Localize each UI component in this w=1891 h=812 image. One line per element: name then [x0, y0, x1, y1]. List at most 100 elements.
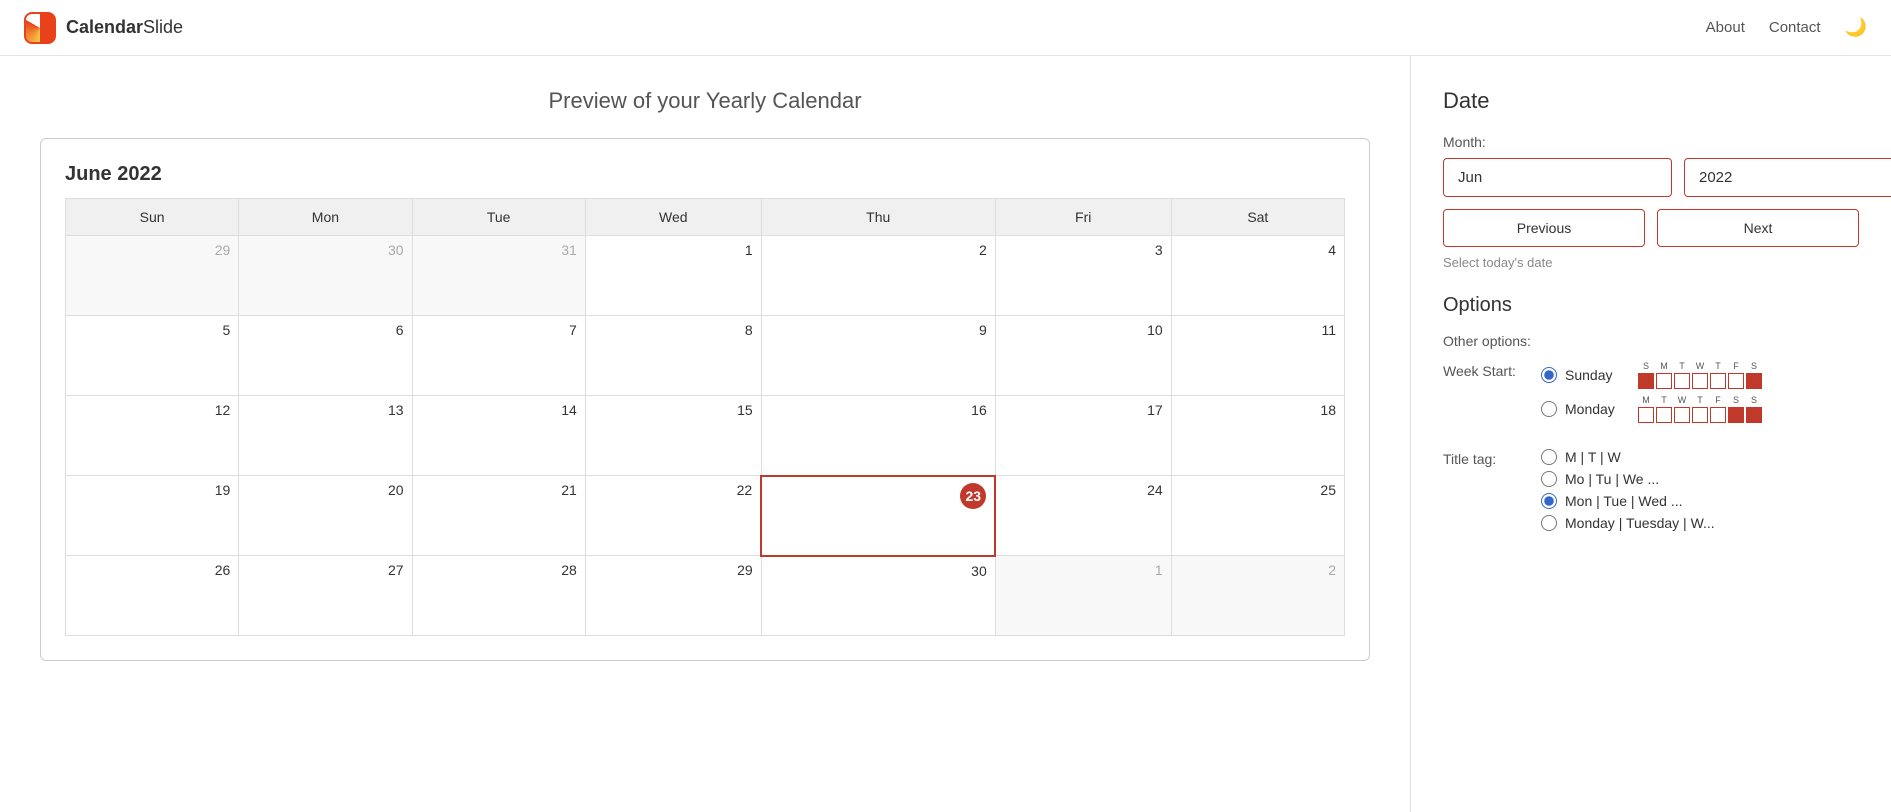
day-header-sun: Sun [66, 199, 239, 236]
navbar-links: About Contact 🌙 [1706, 17, 1867, 38]
title-tag-option-label-3: Monday | Tuesday | W... [1565, 515, 1715, 531]
title-tag-option-label-2: Mon | Tue | Wed ... [1565, 493, 1683, 509]
calendar-cell-3-0[interactable]: 19 [66, 476, 239, 556]
title-tag-radio-3[interactable] [1541, 515, 1557, 531]
calendar-cell-2-6[interactable]: 18 [1171, 396, 1344, 476]
calendar-cell-4-2[interactable]: 28 [412, 556, 585, 636]
title-tag-row-3: Monday | Tuesday | W... [1541, 515, 1715, 531]
day-header-sat: Sat [1171, 199, 1344, 236]
day-header-mon: Mon [239, 199, 412, 236]
calendar-cell-1-0[interactable]: 5 [66, 316, 239, 396]
sunday-radio[interactable] [1541, 367, 1557, 383]
brand-text: CalendarSlide [66, 17, 183, 38]
calendar-cell-4-3[interactable]: 29 [585, 556, 761, 636]
date-section-title: Date [1443, 88, 1859, 114]
calendar-cell-0-5[interactable]: 3 [995, 236, 1171, 316]
right-panel: Date Month: Previous Next Select today's… [1411, 56, 1891, 812]
calendar-cell-1-2[interactable]: 7 [412, 316, 585, 396]
calendar-cell-0-2[interactable]: 31 [412, 236, 585, 316]
week-start-section: Week Start: Sunday SMTWTFS [1443, 361, 1859, 429]
title-tag-row-2: Mon | Tue | Wed ... [1541, 493, 1715, 509]
monday-squares-group: MTWTFSS [1638, 395, 1762, 423]
day-header-tue: Tue [412, 199, 585, 236]
day-header-thu: Thu [761, 199, 995, 236]
calendar-cell-4-6[interactable]: 2 [1171, 556, 1344, 636]
calendar-cell-1-4[interactable]: 9 [761, 316, 995, 396]
dark-mode-toggle[interactable]: 🌙 [1845, 17, 1867, 38]
brand: CalendarSlide [24, 12, 183, 44]
monday-sq-5 [1728, 407, 1744, 423]
month-input[interactable] [1443, 158, 1672, 197]
calendar-cell-0-6[interactable]: 4 [1171, 236, 1344, 316]
title-tag-radio-2[interactable] [1541, 493, 1557, 509]
sunday-sq-3 [1692, 373, 1708, 389]
navbar: CalendarSlide About Contact 🌙 [0, 0, 1891, 56]
calendar-cell-3-5[interactable]: 24 [995, 476, 1171, 556]
sunday-sq-4 [1710, 373, 1726, 389]
calendar-cell-1-3[interactable]: 8 [585, 316, 761, 396]
calendar-cell-0-1[interactable]: 30 [239, 236, 412, 316]
calendar-cell-2-5[interactable]: 17 [995, 396, 1171, 476]
calendar-cell-4-5[interactable]: 1 [995, 556, 1171, 636]
monday-sq-6 [1746, 407, 1762, 423]
title-tag-radio-0[interactable] [1541, 449, 1557, 465]
today-badge: 23 [960, 483, 986, 509]
monday-row: Monday MTWTFSS [1541, 395, 1762, 423]
calendar-cell-3-4[interactable]: 23 [761, 476, 995, 556]
month-row [1443, 158, 1859, 197]
calendar-cell-3-3[interactable]: 22 [585, 476, 761, 556]
calendar-cell-4-1[interactable]: 27 [239, 556, 412, 636]
monday-label: Monday [1565, 401, 1630, 417]
about-link[interactable]: About [1706, 19, 1745, 36]
calendar-cell-2-2[interactable]: 14 [412, 396, 585, 476]
title-tag-options: M | T | W Mo | Tu | We ... Mon | Tue | Wed… [1541, 449, 1715, 537]
previous-button[interactable]: Previous [1443, 209, 1645, 247]
calendar-cell-2-1[interactable]: 13 [239, 396, 412, 476]
calendar-cell-0-0[interactable]: 29 [66, 236, 239, 316]
sunday-sq-0 [1638, 373, 1654, 389]
sunday-row: Sunday SMTWTFS [1541, 361, 1762, 389]
monday-sq-0 [1638, 407, 1654, 423]
calendar-cell-4-0[interactable]: 26 [66, 556, 239, 636]
title-tag-row-1: Mo | Tu | We ... [1541, 471, 1715, 487]
month-label: Month: [1443, 134, 1859, 150]
title-tag-section: Title tag: M | T | WMo | Tu | We ...Mon … [1443, 449, 1859, 537]
calendar-cell-2-4[interactable]: 16 [761, 396, 995, 476]
monday-sq-3 [1692, 407, 1708, 423]
calendar-cell-1-5[interactable]: 10 [995, 316, 1171, 396]
contact-link[interactable]: Contact [1769, 19, 1821, 36]
main-layout: Preview of your Yearly Calendar June 202… [0, 56, 1891, 812]
title-tag-option-label-0: M | T | W [1565, 449, 1621, 465]
calendar-container: June 2022 SunMonTueWedThuFriSat 29303112… [40, 138, 1370, 661]
sunday-squares-group: SMTWTFS [1638, 361, 1762, 389]
week-start-label: Week Start: [1443, 361, 1533, 379]
monday-radio[interactable] [1541, 401, 1557, 417]
title-tag-row-0: M | T | W [1541, 449, 1715, 465]
monday-sq-2 [1674, 407, 1690, 423]
options-title: Options [1443, 294, 1859, 317]
brand-icon [24, 12, 56, 44]
select-today-hint: Select today's date [1443, 255, 1859, 270]
calendar-cell-3-2[interactable]: 21 [412, 476, 585, 556]
calendar-month-title: June 2022 [65, 163, 1345, 186]
sunday-sq-5 [1728, 373, 1744, 389]
year-input[interactable] [1684, 158, 1891, 197]
calendar-cell-4-4[interactable]: 30 [761, 556, 995, 636]
calendar-cell-3-6[interactable]: 25 [1171, 476, 1344, 556]
calendar-cell-1-6[interactable]: 11 [1171, 316, 1344, 396]
sunday-sq-6 [1746, 373, 1762, 389]
monday-sq-1 [1656, 407, 1672, 423]
calendar-cell-3-1[interactable]: 20 [239, 476, 412, 556]
calendar-cell-2-3[interactable]: 15 [585, 396, 761, 476]
week-start-options: Sunday SMTWTFS [1541, 361, 1762, 429]
day-header-wed: Wed [585, 199, 761, 236]
brand-bold: Calendar [66, 17, 143, 37]
calendar-cell-0-4[interactable]: 2 [761, 236, 995, 316]
calendar-cell-0-3[interactable]: 1 [585, 236, 761, 316]
calendar-cell-2-0[interactable]: 12 [66, 396, 239, 476]
calendar-grid: SunMonTueWedThuFriSat 293031123456789101… [65, 198, 1345, 636]
next-button[interactable]: Next [1657, 209, 1859, 247]
day-header-fri: Fri [995, 199, 1171, 236]
calendar-cell-1-1[interactable]: 6 [239, 316, 412, 396]
title-tag-radio-1[interactable] [1541, 471, 1557, 487]
